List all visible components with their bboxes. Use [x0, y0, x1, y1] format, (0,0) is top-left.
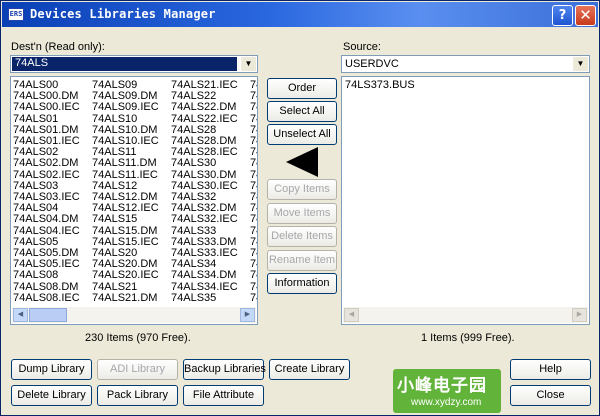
dest-list-item[interactable]: 74ALS08	[13, 270, 92, 281]
dest-list-column: 74ALS09 74ALS09.DM 74ALS09.IEC 74ALS10 74ALS…	[92, 79, 171, 304]
dest-list-item[interactable]: 74ALS00.IEC	[13, 102, 92, 113]
dest-list-item[interactable]: 74ALS15	[92, 214, 171, 225]
dest-list-item[interactable]: 74	[250, 270, 257, 281]
unselect-all-button[interactable]: Unselect All	[267, 124, 337, 145]
copy-direction-arrow-icon	[286, 147, 318, 177]
window-title: Devices Libraries Manager	[30, 7, 216, 21]
watermark-logo: 小峰电子园 www.xydzy.com	[393, 369, 501, 413]
dest-item-list[interactable]: 74ALS00 74ALS00.DM 74ALS00.IEC 74ALS01 74ALS…	[10, 76, 258, 325]
dest-combo-value: 74ALS	[12, 57, 237, 71]
dest-list-item[interactable]: 74	[250, 292, 257, 304]
app-icon: ERS	[8, 8, 24, 21]
help-title-button[interactable]: ?	[552, 5, 573, 26]
source-combo-value: USERDVC	[345, 58, 399, 70]
dest-list-item[interactable]: 74ALS35	[171, 292, 250, 304]
order-button[interactable]: Order	[267, 78, 337, 99]
dest-list-item[interactable]: 74ALS22.DM	[171, 102, 250, 113]
pack-library-button[interactable]: Pack Library	[97, 385, 178, 406]
source-label: Source:	[343, 41, 381, 53]
chevron-down-icon[interactable]: ▼	[573, 57, 588, 71]
dest-horizontal-scrollbar[interactable]: ◀ ▶	[12, 307, 256, 323]
scroll-left-icon[interactable]: ◀	[13, 308, 28, 322]
dest-list-column: 74ALS21.IEC 74ALS22 74ALS22.DM 74ALS22.IEC 7…	[171, 79, 250, 304]
dest-label: Dest'n (Read only):	[11, 41, 105, 53]
copy-items-button[interactable]: Copy Items	[267, 179, 337, 200]
dest-item-columns: 74ALS00 74ALS00.DM 74ALS00.IEC 74ALS01 74ALS…	[13, 79, 257, 304]
dest-list-item[interactable]: 74	[250, 102, 257, 113]
dest-list-item[interactable]: 74	[250, 158, 257, 169]
adi-library-button[interactable]: ADI Library	[97, 359, 178, 380]
scroll-right-icon[interactable]: ▶	[572, 308, 587, 322]
help-button[interactable]: Help	[510, 359, 591, 380]
watermark-title: 小峰电子园	[397, 376, 487, 396]
dest-list-item[interactable]: 74	[250, 214, 257, 225]
backup-libraries-button[interactable]: Backup Libraries	[183, 359, 266, 380]
dest-list-item[interactable]: 74ALS02.DM	[13, 158, 92, 169]
dest-list-item[interactable]: 74ALS08.IEC	[13, 292, 92, 304]
dest-list-item[interactable]: 74ALS20.IEC	[92, 270, 171, 281]
close-button[interactable]: Close	[510, 385, 591, 406]
dest-combo[interactable]: 74ALS ▼	[10, 55, 258, 73]
create-library-button[interactable]: Create Library	[269, 359, 350, 380]
delete-items-button[interactable]: Delete Items	[267, 226, 337, 247]
file-attribute-button[interactable]: File Attribute	[183, 385, 264, 406]
dest-list-item[interactable]: 74ALS21.DM	[92, 292, 171, 304]
information-button[interactable]: Information	[267, 273, 337, 294]
watermark-url: www.xydzy.com	[411, 397, 482, 408]
delete-library-button[interactable]: Delete Library	[11, 385, 92, 406]
source-combo[interactable]: USERDVC ▼	[341, 55, 590, 73]
source-list-item[interactable]: 74LS373.BUS	[345, 79, 424, 91]
dump-library-button[interactable]: Dump Library	[11, 359, 92, 380]
close-title-button[interactable]: ✕	[575, 5, 596, 26]
rename-item-button[interactable]: Rename Item	[267, 250, 337, 271]
dest-list-item[interactable]: 74ALS30	[171, 158, 250, 169]
scroll-left-icon[interactable]: ◀	[344, 308, 359, 322]
source-horizontal-scrollbar[interactable]: ◀ ▶	[343, 307, 588, 323]
devices-libraries-manager-window: ERS Devices Libraries Manager ? ✕ Dest'n…	[0, 0, 600, 416]
select-all-button[interactable]: Select All	[267, 101, 337, 122]
chevron-down-icon[interactable]: ▼	[241, 57, 256, 71]
dest-list-item[interactable]: 74ALS09.IEC	[92, 102, 171, 113]
dest-item-count: 230 Items (970 Free).	[85, 332, 191, 344]
move-items-button[interactable]: Move Items	[267, 203, 337, 224]
dest-list-column: 7474747474747474747474747474747474747474	[250, 80, 257, 304]
dest-list-column: 74ALS00 74ALS00.DM 74ALS00.IEC 74ALS01 74ALS…	[13, 79, 92, 304]
dest-list-item[interactable]: 74ALS04.DM	[13, 214, 92, 225]
source-item-count: 1 Items (999 Free).	[421, 332, 515, 344]
scroll-thumb[interactable]	[29, 308, 67, 322]
dest-list-item[interactable]: 74ALS11.DM	[92, 158, 171, 169]
dest-list-item[interactable]: 74ALS32.IEC	[171, 214, 250, 225]
title-bar[interactable]: ERS Devices Libraries Manager ? ✕	[2, 2, 598, 27]
dest-list-item[interactable]: 74ALS34.DM	[171, 270, 250, 281]
source-item-list[interactable]: 74LS373.BUS ◀ ▶	[341, 76, 590, 325]
scroll-right-icon[interactable]: ▶	[240, 308, 255, 322]
